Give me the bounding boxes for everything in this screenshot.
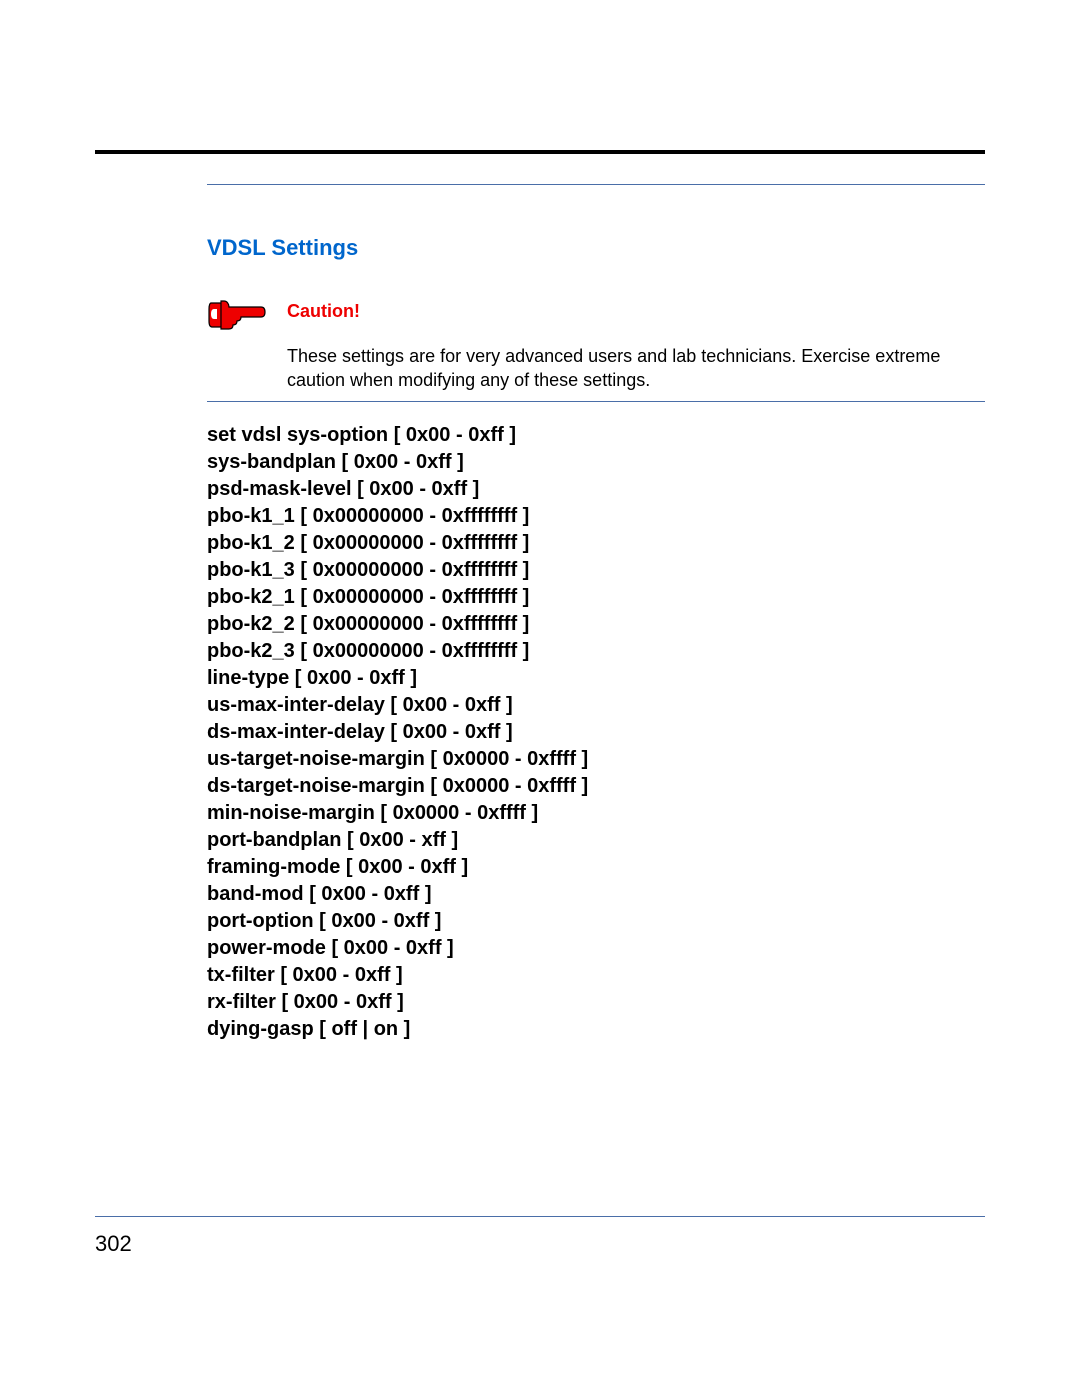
command-line: pbo-k1_1 [ 0x00000000 - 0xffffffff ]	[207, 503, 985, 530]
command-line: pbo-k1_2 [ 0x00000000 - 0xffffffff ]	[207, 530, 985, 557]
command-line: min-noise-margin [ 0x0000 - 0xffff ]	[207, 800, 985, 827]
command-line: us-max-inter-delay [ 0x00 - 0xff ]	[207, 692, 985, 719]
command-line: pbo-k2_2 [ 0x00000000 - 0xffffffff ]	[207, 611, 985, 638]
caution-content: Caution! These settings are for very adv…	[287, 301, 985, 393]
command-line: dying-gasp [ off | on ]	[207, 1016, 985, 1043]
header-rule-thick	[95, 150, 985, 154]
command-line: psd-mask-level [ 0x00 - 0xff ]	[207, 476, 985, 503]
command-list: set vdsl sys-option [ 0x00 - 0xff ]sys-b…	[207, 422, 985, 1043]
command-line: pbo-k2_3 [ 0x00000000 - 0xffffffff ]	[207, 638, 985, 665]
command-line: ds-max-inter-delay [ 0x00 - 0xff ]	[207, 719, 985, 746]
command-line: band-mod [ 0x00 - 0xff ]	[207, 881, 985, 908]
page-number: 302	[95, 1231, 132, 1257]
command-line: pbo-k1_3 [ 0x00000000 - 0xffffffff ]	[207, 557, 985, 584]
footer-rule	[95, 1216, 985, 1217]
pointing-hand-icon	[207, 293, 267, 340]
section-title: VDSL Settings	[207, 235, 985, 261]
command-line: pbo-k2_1 [ 0x00000000 - 0xffffffff ]	[207, 584, 985, 611]
command-line: tx-filter [ 0x00 - 0xff ]	[207, 962, 985, 989]
caution-label: Caution!	[287, 301, 965, 322]
command-line: line-type [ 0x00 - 0xff ]	[207, 665, 985, 692]
caution-rule	[207, 401, 985, 402]
caution-block: Caution! These settings are for very adv…	[207, 301, 985, 393]
document-page: VDSL Settings Caution! These settings ar…	[0, 0, 1080, 1043]
command-line: framing-mode [ 0x00 - 0xff ]	[207, 854, 985, 881]
command-line: port-option [ 0x00 - 0xff ]	[207, 908, 985, 935]
command-line: ds-target-noise-margin [ 0x0000 - 0xffff…	[207, 773, 985, 800]
command-line: set vdsl sys-option [ 0x00 - 0xff ]	[207, 422, 985, 449]
command-line: sys-bandplan [ 0x00 - 0xff ]	[207, 449, 985, 476]
command-line: power-mode [ 0x00 - 0xff ]	[207, 935, 985, 962]
caution-text: These settings are for very advanced use…	[287, 344, 965, 393]
command-line: rx-filter [ 0x00 - 0xff ]	[207, 989, 985, 1016]
command-line: port-bandplan [ 0x00 - xff ]	[207, 827, 985, 854]
header-rule-thin	[207, 184, 985, 185]
command-line: us-target-noise-margin [ 0x0000 - 0xffff…	[207, 746, 985, 773]
